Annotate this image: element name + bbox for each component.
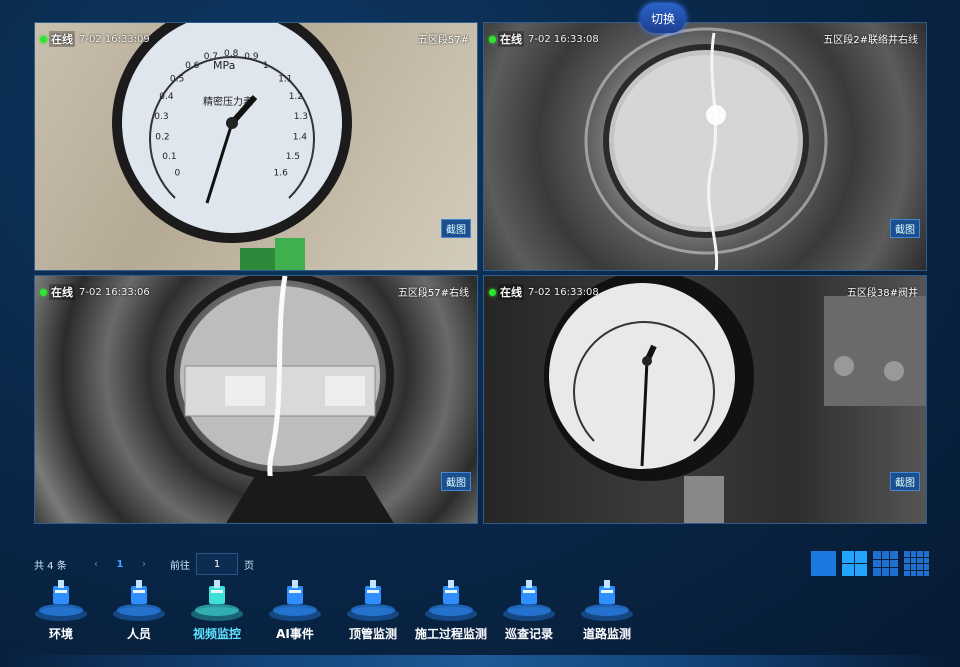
snapshot-button[interactable]: 截图 [890,472,920,491]
online-indicator-icon [40,288,47,296]
gauge-tick-label: 1.3 [294,112,308,122]
snapshot-button[interactable]: 截图 [441,472,471,491]
pipe-scene-3 [166,276,394,523]
online-indicator-icon [40,35,47,43]
online-indicator-icon [489,35,496,43]
camera-feed-2[interactable]: 在线 7-02 16:33:08 五区段2#联络井右线 截图 [483,22,927,271]
pipe-scene-2 [584,27,828,270]
gauge-tick-label: 0 [175,169,181,179]
camera-timestamp: 7-02 16:33:08 [528,286,599,298]
environment-icon [35,580,87,621]
gauge-tick-label: 0.8 [224,49,239,59]
gauge-tick-label: 0.4 [159,92,174,102]
total-count: 共 4 条 [34,560,67,572]
gauge-scene-1: MPa 精密压力表 00.10.20.30.40.50.60.7 0.8 0.911… [112,23,352,270]
nav-label: 施工过程监测 [414,627,487,641]
gauge-tick-label: 0.3 [154,112,168,122]
nav-label: 巡查记录 [504,627,553,641]
camera-location: 五区段57#右线 [397,288,469,299]
nav-label: 顶管监测 [348,627,397,641]
gauge-tick-label: 0.6 [185,61,200,71]
nav-item-pipe-jacking[interactable]: 顶管监测 [334,578,412,642]
gauge-tick-label: 0.9 [244,52,259,62]
gauge-tick-label: 1.1 [278,75,292,85]
nav-item-construction-process[interactable]: 施工过程监测 [412,578,490,642]
snapshot-button[interactable]: 截图 [441,219,471,238]
construction-process-icon [425,580,477,621]
gauge-scene-4 [544,276,926,523]
page-suffix: 页 [244,560,254,572]
layout-2x2-button[interactable] [842,551,867,576]
next-page-button[interactable]: › [132,559,156,570]
gauge-tick-label: 1.4 [293,133,308,143]
gauge-tick-label: 0.2 [155,133,169,143]
road-monitor-icon [581,580,633,621]
gauge-tick-label: 1.5 [286,152,300,162]
gauge-tick-label: 1.2 [289,92,303,102]
camera-feed-3[interactable]: 在线 7-02 16:33:06 五区段57#右线 截图 [34,275,478,524]
camera-status: 在线 7-02 16:33:08 [489,284,599,300]
layout-1x1-button[interactable] [811,551,836,576]
current-page[interactable]: 1 [108,559,132,570]
video-grid: MPa 精密压力表 0 0.1 0.2 0.3 0.4 0.5 0.6 0.7 0.8 0.9 1 1… [34,22,927,525]
camera-timestamp: 7-02 16:33:08 [528,33,599,45]
camera-feed-1[interactable]: MPa 精密压力表 0 0.1 0.2 0.3 0.4 0.5 0.6 0.7 0.8 0.9 1 1… [34,22,478,271]
gauge-tick-label: 1 [263,61,269,71]
camera-timestamp: 7-02 16:33:09 [79,33,150,45]
online-label: 在线 [498,31,524,47]
camera-timestamp: 7-02 16:33:06 [79,286,150,298]
personnel-icon [113,580,165,621]
goto-page-input[interactable] [196,553,238,575]
gauge-tick-label: 0.5 [170,75,184,85]
online-indicator-icon [489,288,496,296]
gauge-tick-label: 0.1 [162,152,176,162]
online-label: 在线 [49,31,75,47]
goto-label: 前往 [170,560,190,572]
online-label: 在线 [498,284,524,300]
camera-location: 五区段2#联络井右线 [823,35,918,46]
camera-status: 在线 7-02 16:33:09 [40,31,150,47]
prev-page-button[interactable]: ‹ [84,559,108,570]
camera-location: 五区段38#阀井 [846,288,918,299]
camera-location: 五区段57# [417,35,469,46]
nav-item-environment[interactable]: 环境 [22,578,100,642]
nav-label: 人员 [126,627,151,641]
nav-item-patrol-record[interactable]: 巡查记录 [490,578,568,642]
gauge-tick-label: 0.7 [204,52,218,62]
layout-3x3-button[interactable] [873,551,898,576]
layout-switcher [811,551,929,576]
camera-feed-4[interactable]: 在线 7-02 16:33:08 五区段38#阀井 截图 [483,275,927,524]
online-label: 在线 [49,284,75,300]
nav-item-ai-event[interactable]: AI事件 [256,578,334,642]
gauge-tick-label: 1.6 [274,169,289,179]
layout-4x4-button[interactable] [904,551,929,576]
snapshot-button[interactable]: 截图 [890,219,920,238]
camera-status: 在线 7-02 16:33:06 [40,284,150,300]
nav-label: AI事件 [276,627,314,641]
patrol-record-icon [503,580,555,621]
bottom-navigation: 环境 人员 视频监控 AI事件 顶管监测 施工过程监测 巡查记录 道路监测 [22,578,646,642]
nav-label: 视频监控 [192,627,241,641]
camera-status: 在线 7-02 16:33:08 [489,31,599,47]
ai-event-icon [269,580,321,621]
video-monitor-icon [191,580,243,621]
nav-item-personnel[interactable]: 人员 [100,578,178,642]
nav-label: 环境 [48,627,73,641]
nav-item-video-monitor[interactable]: 视频监控 [178,578,256,642]
switch-button[interactable]: 切换 [640,3,686,33]
pagination: 共 4 条 ‹ 1 › 前往 页 [34,553,254,575]
nav-item-road-monitor[interactable]: 道路监测 [568,578,646,642]
bottom-glow-divider [0,655,960,667]
pipe-jacking-icon [347,580,399,621]
nav-label: 道路监测 [582,627,631,641]
